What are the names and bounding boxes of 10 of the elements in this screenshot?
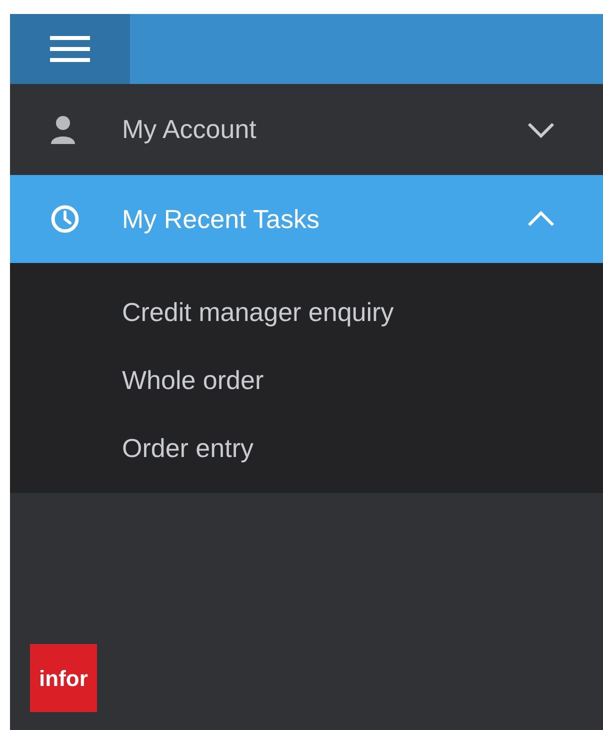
- menu-icon: [50, 34, 90, 64]
- submenu-link[interactable]: Whole order: [122, 359, 603, 401]
- submenu-link[interactable]: Order entry: [122, 427, 603, 469]
- person-icon: [50, 114, 76, 144]
- clock-icon: [50, 204, 80, 234]
- chevron-up-icon: [527, 211, 555, 227]
- menu-button[interactable]: [10, 14, 130, 84]
- logo: infor: [30, 644, 97, 712]
- chevron-down-icon: [527, 122, 555, 138]
- submenu-link[interactable]: Credit manager enquiry: [122, 291, 603, 333]
